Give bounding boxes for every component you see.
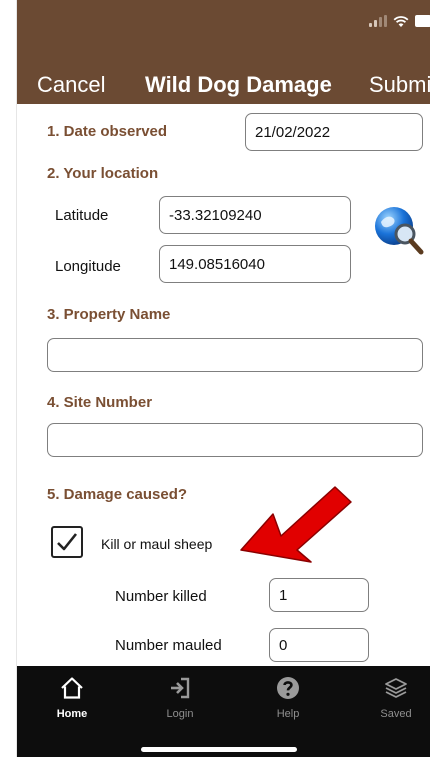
longitude-label: Longitude: [55, 258, 121, 275]
tab-help[interactable]: Help: [243, 676, 333, 720]
tab-saved[interactable]: Saved: [351, 676, 430, 720]
latitude-label: Latitude: [55, 207, 109, 224]
cancel-button[interactable]: Cancel: [37, 72, 105, 98]
longitude-field[interactable]: 149.08516040: [159, 245, 351, 283]
number-mauled-label: Number mauled: [115, 637, 222, 654]
property-name-label: 3. Property Name: [47, 306, 171, 323]
date-observed-label: 1. Date observed: [47, 123, 168, 140]
nav-bar: Cancel Wild Dog Damage Submit: [17, 50, 430, 104]
saved-icon: [385, 678, 407, 698]
battery-icon: [415, 15, 430, 27]
number-killed-label: Number killed: [115, 588, 207, 605]
signal-icon: [369, 15, 387, 27]
tab-login[interactable]: Login: [135, 676, 225, 720]
annotation-arrow-icon: [240, 486, 352, 563]
home-indicator: [141, 747, 297, 752]
site-number-label: 4. Site Number: [47, 394, 153, 411]
checkmark-icon: [57, 533, 78, 551]
property-name-field[interactable]: [47, 338, 423, 372]
tab-login-label: Login: [166, 708, 194, 720]
site-number-field[interactable]: [47, 423, 423, 457]
app-screen: Cancel Wild Dog Damage Submit 1. Date ob…: [16, 0, 430, 757]
latitude-field[interactable]: -33.32109240: [159, 196, 351, 234]
tab-home-label: Home: [56, 708, 88, 720]
number-killed-field[interactable]: 1: [269, 578, 369, 612]
help-icon: [277, 677, 299, 699]
damage-caused-label: 5. Damage caused?: [47, 486, 188, 503]
tab-home[interactable]: Home: [27, 676, 117, 720]
home-icon: [61, 677, 83, 699]
wifi-icon: [393, 16, 409, 27]
globe-search-icon[interactable]: [372, 202, 426, 256]
status-bar: [17, 0, 430, 50]
login-icon: [171, 677, 190, 699]
location-label: 2. Your location: [47, 165, 159, 182]
tab-bar: Home Login Help Saved: [17, 666, 430, 757]
submit-button[interactable]: Submit: [369, 72, 430, 98]
kill-maul-sheep-checkbox[interactable]: [51, 526, 83, 558]
kill-maul-sheep-label: Kill or maul sheep: [101, 536, 213, 552]
status-icons: [369, 14, 430, 28]
page-title: Wild Dog Damage: [145, 72, 332, 97]
date-observed-field[interactable]: 21/02/2022: [245, 113, 423, 151]
tab-help-label: Help: [276, 708, 300, 720]
number-mauled-field[interactable]: 0: [269, 628, 369, 662]
tab-saved-label: Saved: [380, 708, 412, 720]
